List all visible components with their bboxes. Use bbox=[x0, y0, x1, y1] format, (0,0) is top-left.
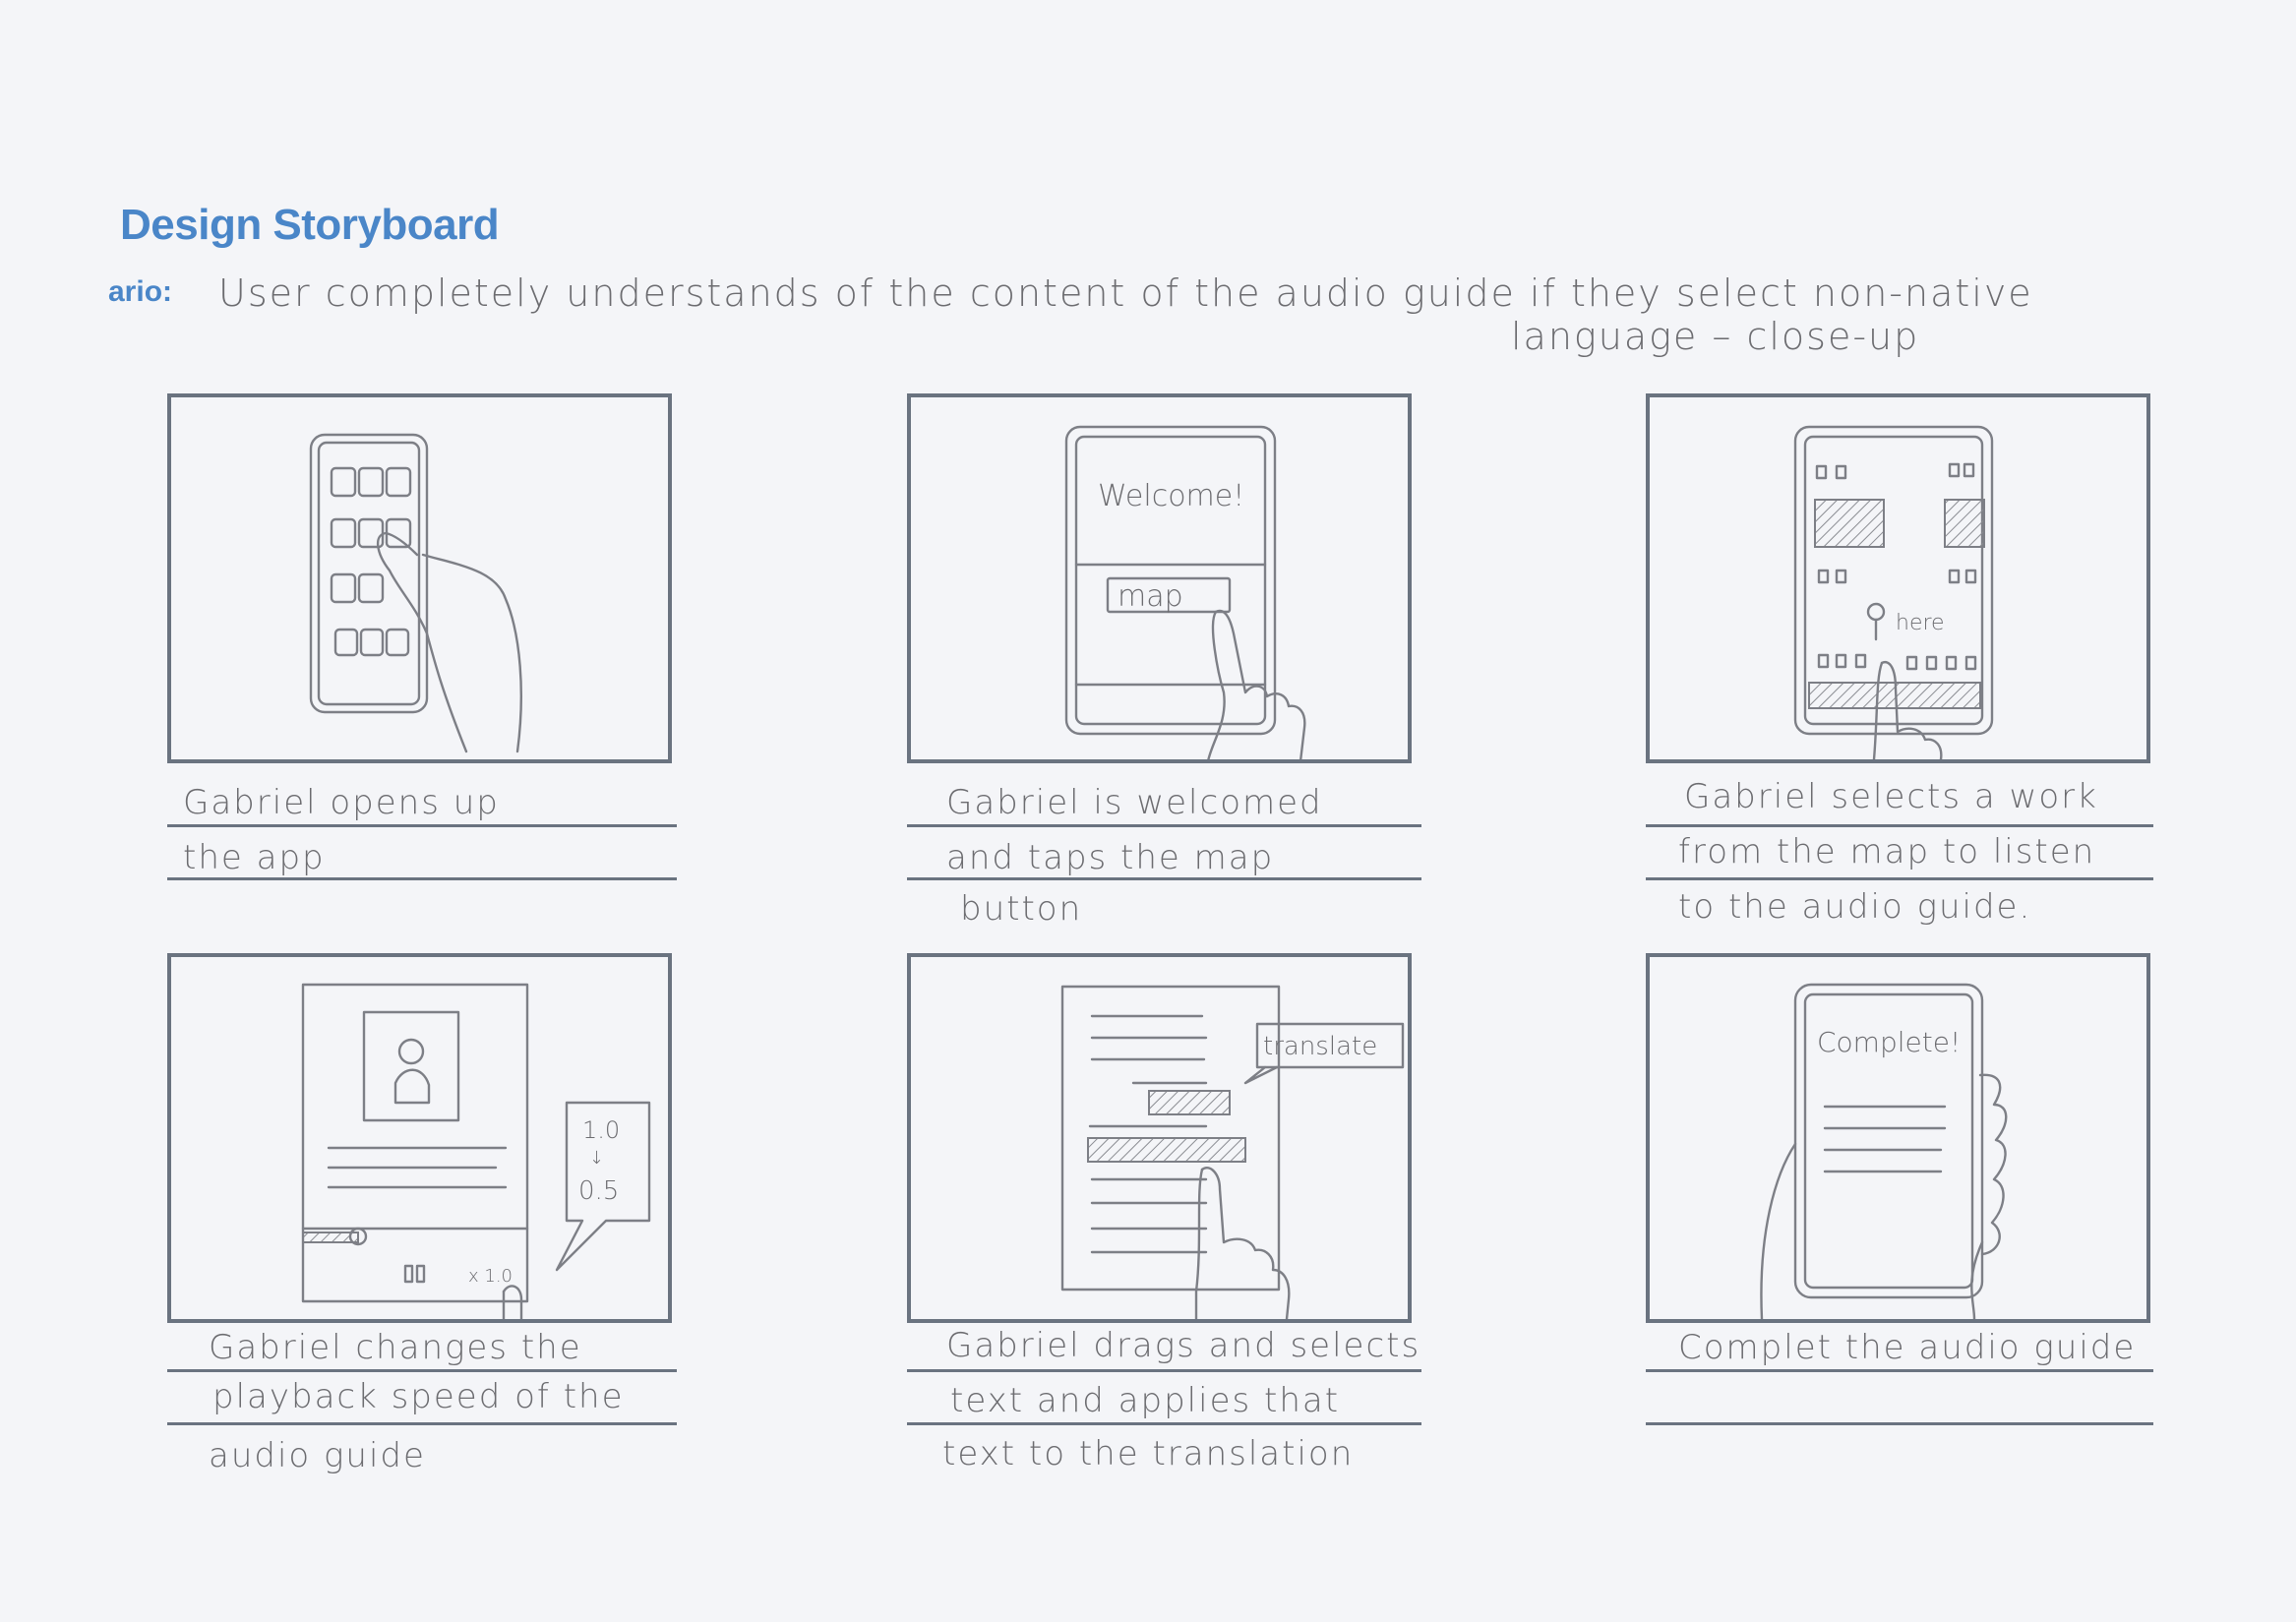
panel-2-caption-line-1 bbox=[907, 824, 1421, 827]
panel-2-caption-line-2 bbox=[907, 877, 1421, 880]
map-pin-icon bbox=[1866, 602, 1886, 622]
panel-4-caption-2: playback speed of the bbox=[212, 1377, 625, 1416]
finger-sketch bbox=[1880, 660, 1943, 759]
panel-3-caption-3: to the audio guide. bbox=[1678, 887, 2032, 927]
scenario-text-line-2: language – close-up bbox=[1511, 315, 1920, 358]
panel-6-caption-1: Complet the audio guide bbox=[1678, 1328, 2137, 1367]
artwork-thumbnail bbox=[362, 1010, 460, 1122]
panel-4-caption-3: audio guide bbox=[209, 1436, 426, 1475]
panel-2-frame: Welcome! map bbox=[907, 393, 1412, 763]
panel-5-caption-2: text and applies that bbox=[950, 1381, 1341, 1420]
panel-5-caption-1: Gabriel drags and selects bbox=[946, 1326, 1421, 1365]
selected-text-2 bbox=[1087, 1137, 1246, 1163]
map-button-label: map bbox=[1118, 579, 1183, 614]
selected-text-1 bbox=[1148, 1090, 1231, 1115]
panel-5-caption-3: text to the translation bbox=[942, 1434, 1355, 1473]
pin-label: here bbox=[1896, 611, 1945, 635]
panel-3-caption-2: from the map to listen bbox=[1678, 832, 2096, 871]
welcome-text: Welcome! bbox=[1098, 479, 1244, 513]
panel-4-caption-line-1 bbox=[167, 1369, 677, 1372]
panel-3-frame: here bbox=[1646, 393, 2150, 763]
map-area-hatched-2 bbox=[1944, 499, 1985, 548]
hand-sketch bbox=[377, 531, 468, 753]
hand-sketch bbox=[1978, 1073, 2008, 1256]
panel-4-caption-1: Gabriel changes the bbox=[209, 1328, 582, 1367]
panel-1-caption-2: the app bbox=[183, 838, 326, 877]
speed-from: 1.0 bbox=[582, 1116, 620, 1144]
page-title: Design Storyboard bbox=[120, 201, 500, 249]
map-area-hatched-1 bbox=[1814, 499, 1885, 548]
scenario-label: ario: bbox=[108, 275, 173, 308]
panel-3-caption-1: Gabriel selects a work bbox=[1684, 777, 2098, 816]
storyboard-sheet: Design Storyboard ario: User completely … bbox=[0, 0, 2296, 1622]
panel-3-caption-line-1 bbox=[1646, 824, 2153, 827]
panel-6-caption-line-1 bbox=[1646, 1369, 2153, 1372]
speed-to: 0.5 bbox=[578, 1176, 619, 1206]
panel-2-caption-3: button bbox=[960, 889, 1083, 929]
phone-welcome-sketch: Welcome! map bbox=[1064, 425, 1306, 759]
phone-map-sketch: here bbox=[1793, 425, 1994, 759]
translate-label: translate bbox=[1263, 1032, 1377, 1061]
panel-6-frame: Complete! bbox=[1646, 953, 2150, 1323]
pause-icon bbox=[403, 1264, 414, 1284]
panel-6-caption-line-2 bbox=[1646, 1422, 2153, 1425]
speed-arrow: ↓ bbox=[589, 1148, 604, 1169]
panel-2-caption-1: Gabriel is welcomed bbox=[946, 783, 1323, 822]
player-screen-sketch: x 1.0 1.0 ↓ 0.5 bbox=[301, 983, 651, 1319]
panel-4-frame: x 1.0 1.0 ↓ 0.5 bbox=[167, 953, 672, 1323]
text-selection-sketch: translate bbox=[1060, 985, 1405, 1319]
app-icons bbox=[330, 466, 412, 657]
finger-sketch bbox=[1200, 1167, 1291, 1319]
panel-4-caption-line-2 bbox=[167, 1422, 677, 1425]
panel-1-caption-line-1 bbox=[167, 824, 677, 827]
phone-app-grid-sketch bbox=[309, 433, 522, 753]
panel-5-caption-line-1 bbox=[907, 1369, 1421, 1372]
speed-badge: x 1.0 bbox=[468, 1266, 513, 1287]
finger-sketch bbox=[502, 1285, 523, 1319]
panel-1-caption-1: Gabriel opens up bbox=[183, 783, 500, 822]
panel-5-frame: translate bbox=[907, 953, 1412, 1323]
panel-1-frame bbox=[167, 393, 672, 763]
scenario-text-line-1: User completely understands of the conte… bbox=[218, 271, 2033, 315]
complete-text: Complete! bbox=[1817, 1026, 1961, 1058]
panel-1-caption-line-2 bbox=[167, 877, 677, 880]
panel-3-caption-line-2 bbox=[1646, 877, 2153, 880]
panel-5-caption-line-2 bbox=[907, 1422, 1421, 1425]
panel-2-caption-2: and taps the map bbox=[946, 838, 1275, 877]
phone-complete-sketch: Complete! bbox=[1760, 983, 2008, 1319]
